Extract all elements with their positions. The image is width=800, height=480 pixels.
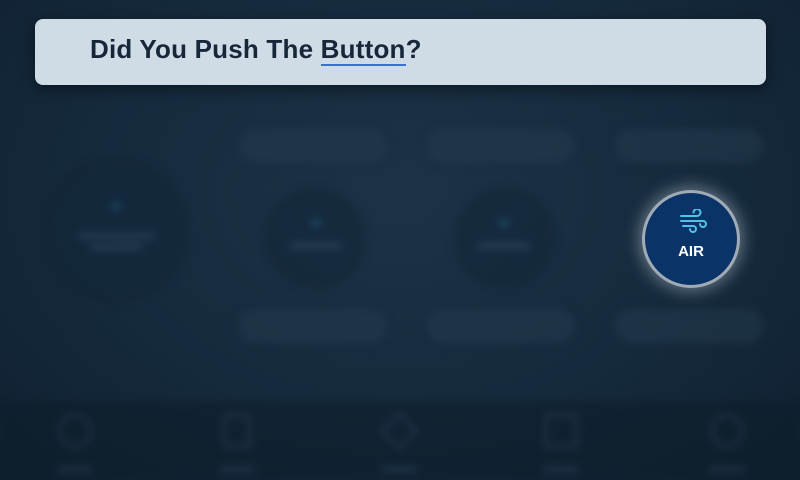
nav-item-document: [207, 408, 267, 472]
air-button[interactable]: AIR: [645, 193, 737, 285]
nav-item-navigation: [369, 408, 429, 472]
background-pill-bottom-2: [426, 308, 576, 344]
circular-control-icon: [458, 192, 550, 284]
air-button-label: AIR: [678, 243, 704, 260]
background-pill-bottom-1: [238, 308, 388, 344]
home-icon: [58, 414, 92, 448]
circular-control-icon: [270, 192, 362, 284]
navigation-icon: [379, 411, 419, 451]
settings-icon: [710, 414, 744, 448]
background-pill-bottom-3: [614, 308, 764, 344]
banner-title: Did You Push The Button?: [90, 34, 422, 66]
banner-title-highlight: Button: [320, 34, 406, 66]
banner-title-suffix: ?: [405, 34, 422, 64]
wind-icon: [680, 209, 707, 233]
banner-title-prefix: Did You Push The: [90, 34, 321, 64]
background-pill-top-3: [614, 128, 764, 164]
gauge-icon: [48, 162, 184, 298]
nav-item-home: [45, 408, 105, 472]
background-pill-top-2: [426, 128, 576, 164]
nav-item-settings: [697, 408, 757, 472]
screen: Did You Push The Button? AIR: [0, 0, 800, 480]
nav-item-grid: [531, 408, 591, 472]
bottom-nav-bar: [0, 402, 800, 480]
grid-icon: [544, 414, 578, 448]
document-icon: [223, 414, 251, 448]
notification-banner: Did You Push The Button?: [35, 19, 766, 85]
background-pill-top-1: [238, 128, 388, 164]
